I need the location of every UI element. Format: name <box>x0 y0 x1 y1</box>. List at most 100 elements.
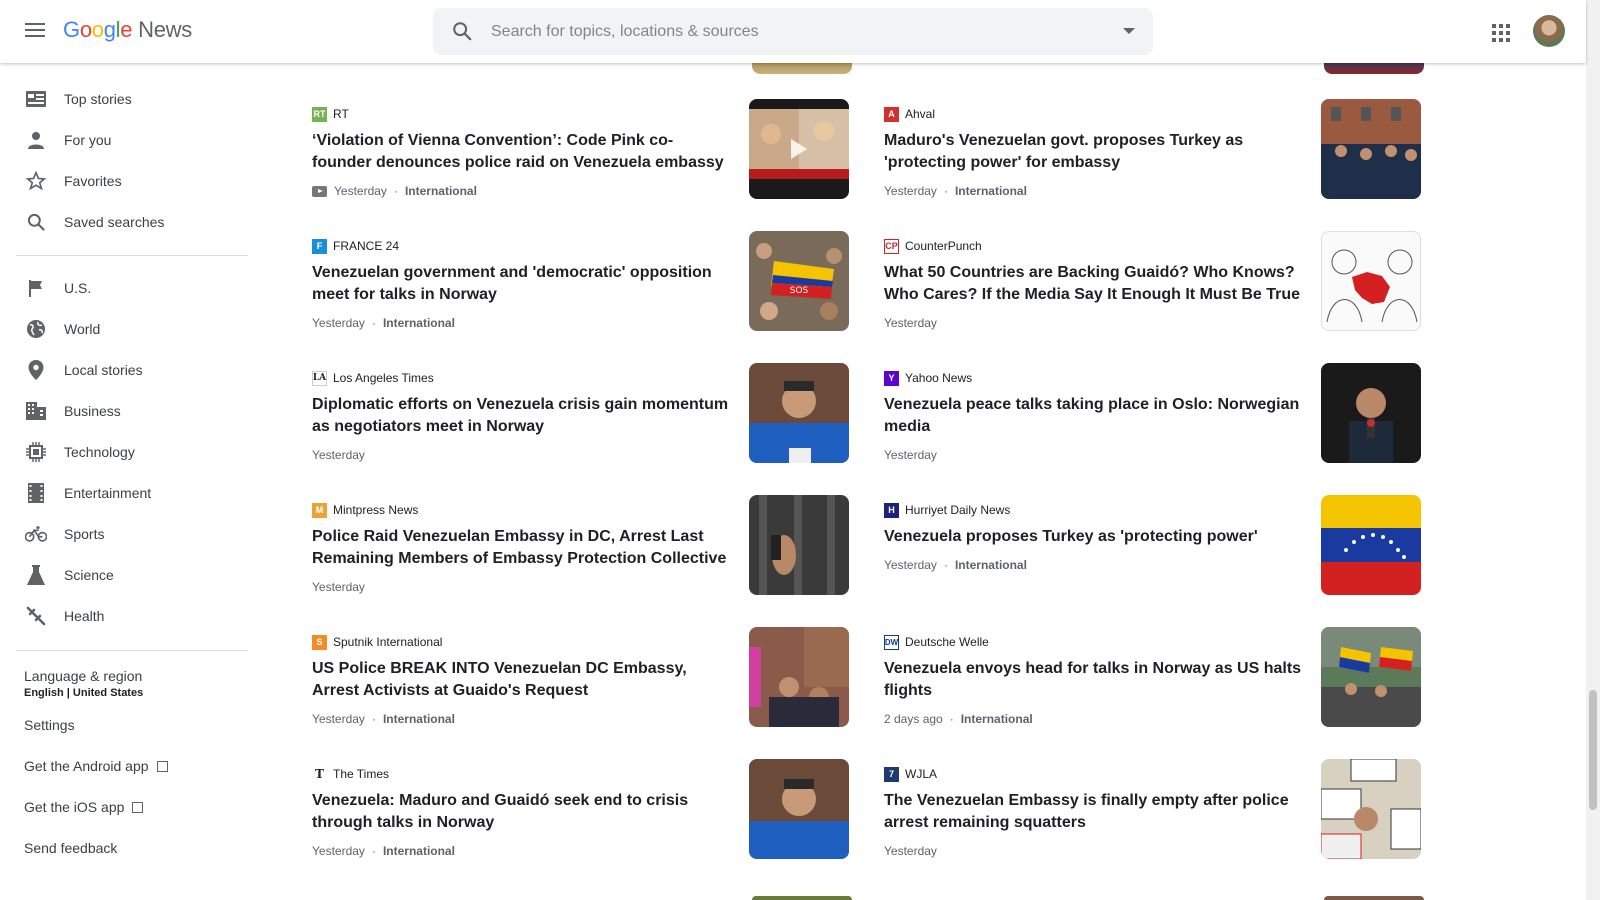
sidebar-divider <box>16 650 248 651</box>
article-title[interactable]: Maduro's Venezuelan govt. proposes Turke… <box>884 130 1304 174</box>
article-meta: Yesterday <box>312 580 365 594</box>
article-source[interactable]: Y Yahoo News <box>884 370 972 386</box>
article-source[interactable]: 7 WJLA <box>884 766 937 782</box>
article-title[interactable]: ‘Violation of Vienna Convention’: Code P… <box>312 130 732 174</box>
article-source[interactable]: S Sputnik International <box>312 634 442 650</box>
building-icon <box>25 400 47 422</box>
article-category[interactable]: International <box>405 184 477 198</box>
article-thumbnail[interactable]: SOS <box>749 231 849 331</box>
article-source[interactable]: CP CounterPunch <box>884 238 982 254</box>
source-name: FRANCE 24 <box>333 239 400 253</box>
article-thumbnail[interactable] <box>1324 896 1424 900</box>
sidebar-item-entertainment[interactable]: Entertainment <box>0 472 250 513</box>
google-news-logo[interactable]: Google News <box>63 17 192 43</box>
article-title[interactable]: Venezuela proposes Turkey as 'protecting… <box>884 526 1304 548</box>
source-name: Yahoo News <box>905 371 973 385</box>
article-title[interactable]: Diplomatic efforts on Venezuela crisis g… <box>312 394 732 438</box>
android-app-label: Get the Android app <box>24 758 149 774</box>
ios-app-link[interactable]: Get the iOS app <box>24 799 144 815</box>
settings-link[interactable]: Settings <box>24 717 75 733</box>
sidebar-item-saved-searches[interactable]: Saved searches <box>0 201 250 242</box>
chip-icon <box>25 441 47 463</box>
sidebar-item-local-stories[interactable]: Local stories <box>0 349 250 390</box>
article-category[interactable]: International <box>383 844 455 858</box>
article-thumbnail[interactable] <box>1321 759 1421 859</box>
sidebar-divider <box>16 255 248 256</box>
search-options-dropdown-icon[interactable] <box>1123 28 1135 34</box>
star-icon <box>25 170 47 192</box>
article-source[interactable]: DW Deutsche Welle <box>884 634 989 650</box>
search-input[interactable] <box>491 16 1091 47</box>
article-meta: Yesterday <box>884 844 937 858</box>
article-title[interactable]: What 50 Countries are Backing Guaidó? Wh… <box>884 262 1304 306</box>
france24-logo-icon: F <box>312 238 327 254</box>
menu-line <box>25 35 45 37</box>
article-source[interactable]: F FRANCE 24 <box>312 238 399 254</box>
ahval-logo-icon: A <box>884 106 899 122</box>
sidebar-item-world[interactable]: World <box>0 308 250 349</box>
article-title[interactable]: Venezuelan government and 'democratic' o… <box>312 262 732 306</box>
article-category[interactable]: International <box>383 712 455 726</box>
sidebar-item-business[interactable]: Business <box>0 390 250 431</box>
source-name: The Times <box>333 767 390 781</box>
article-card: LA Los Angeles Times Diplomatic efforts o… <box>312 363 852 480</box>
article-card: A Ahval Maduro's Venezuelan govt. propose… <box>884 99 1424 216</box>
article-thumbnail[interactable] <box>749 627 849 727</box>
article-category[interactable]: International <box>383 316 455 330</box>
send-feedback-link[interactable]: Send feedback <box>24 840 117 856</box>
article-card: CP CounterPunch What 50 Countries are Bac… <box>884 231 1424 348</box>
sidebar-item-favorites[interactable]: Favorites <box>0 160 250 201</box>
article-title[interactable]: Police Raid Venezuelan Embassy in DC, Ar… <box>312 526 732 570</box>
account-avatar[interactable] <box>1533 15 1565 47</box>
article-thumbnail[interactable] <box>752 896 852 900</box>
google-apps-icon[interactable] <box>1492 24 1510 42</box>
article-meta: Yesterday <box>312 448 365 462</box>
article-thumbnail[interactable] <box>1321 99 1421 199</box>
article-title[interactable]: US Police BREAK INTO Venezuelan DC Embas… <box>312 658 732 702</box>
article-source[interactable]: H Hurriyet Daily News <box>884 502 1010 518</box>
article-category[interactable]: International <box>961 712 1033 726</box>
svg-text:SOS: SOS <box>790 286 809 296</box>
article-time: 2 days ago <box>884 712 943 726</box>
article-thumbnail[interactable] <box>749 495 849 595</box>
article-source[interactable]: M Mintpress News <box>312 502 418 518</box>
android-app-link[interactable]: Get the Android app <box>24 758 168 774</box>
sidebar-item-sports[interactable]: Sports <box>0 513 250 554</box>
article-thumbnail[interactable] <box>749 99 849 199</box>
article-source[interactable]: LA Los Angeles Times <box>312 370 434 386</box>
search-icon[interactable] <box>451 20 473 42</box>
scrollbar-thumb[interactable] <box>1589 690 1597 810</box>
article-card: F FRANCE 24 Venezuelan government and 'de… <box>312 231 852 348</box>
article-source[interactable]: RT RT <box>312 106 349 122</box>
article-source[interactable]: A Ahval <box>884 106 935 122</box>
sputnik-logo-icon: S <box>312 634 327 650</box>
article-category[interactable]: International <box>955 184 1027 198</box>
article-thumbnail[interactable] <box>749 363 849 463</box>
search-bar[interactable] <box>433 8 1153 55</box>
article-title[interactable]: Venezuela envoys head for talks in Norwa… <box>884 658 1304 702</box>
sidebar-item-for-you[interactable]: For you <box>0 119 250 160</box>
article-title[interactable]: Venezuela peace talks taking place in Os… <box>884 394 1304 438</box>
page-scrollbar[interactable] <box>1586 0 1600 900</box>
article-category[interactable]: International <box>955 558 1027 572</box>
sidebar-item-health[interactable]: Health <box>0 595 250 636</box>
source-name: Hurriyet Daily News <box>905 503 1011 517</box>
article-thumbnail[interactable] <box>1321 363 1421 463</box>
wjla-logo-icon: 7 <box>884 766 899 782</box>
article-thumbnail[interactable] <box>1321 231 1421 331</box>
sidebar-item-top-stories[interactable]: Top stories <box>0 78 250 119</box>
article-title[interactable]: Venezuela: Maduro and Guaidó seek end to… <box>312 790 732 834</box>
language-region-link[interactable]: Language & region <box>24 668 142 684</box>
article-thumbnail[interactable] <box>1321 627 1421 727</box>
article-thumbnail[interactable] <box>749 759 849 859</box>
main-menu-button[interactable] <box>22 19 48 43</box>
sidebar-item-technology[interactable]: Technology <box>0 431 250 472</box>
sidebar-item-us[interactable]: U.S. <box>0 267 250 308</box>
article-thumbnail[interactable] <box>1321 495 1421 595</box>
language-region-value: English | United States <box>24 687 144 699</box>
article-source[interactable]: T The Times <box>312 766 389 782</box>
article-title[interactable]: The Venezuelan Embassy is finally empty … <box>884 790 1304 834</box>
article-card: M Mintpress News Police Raid Venezuelan E… <box>312 495 852 612</box>
sidebar-item-science[interactable]: Science <box>0 554 250 595</box>
yahoo-logo-icon: Y <box>884 370 899 386</box>
